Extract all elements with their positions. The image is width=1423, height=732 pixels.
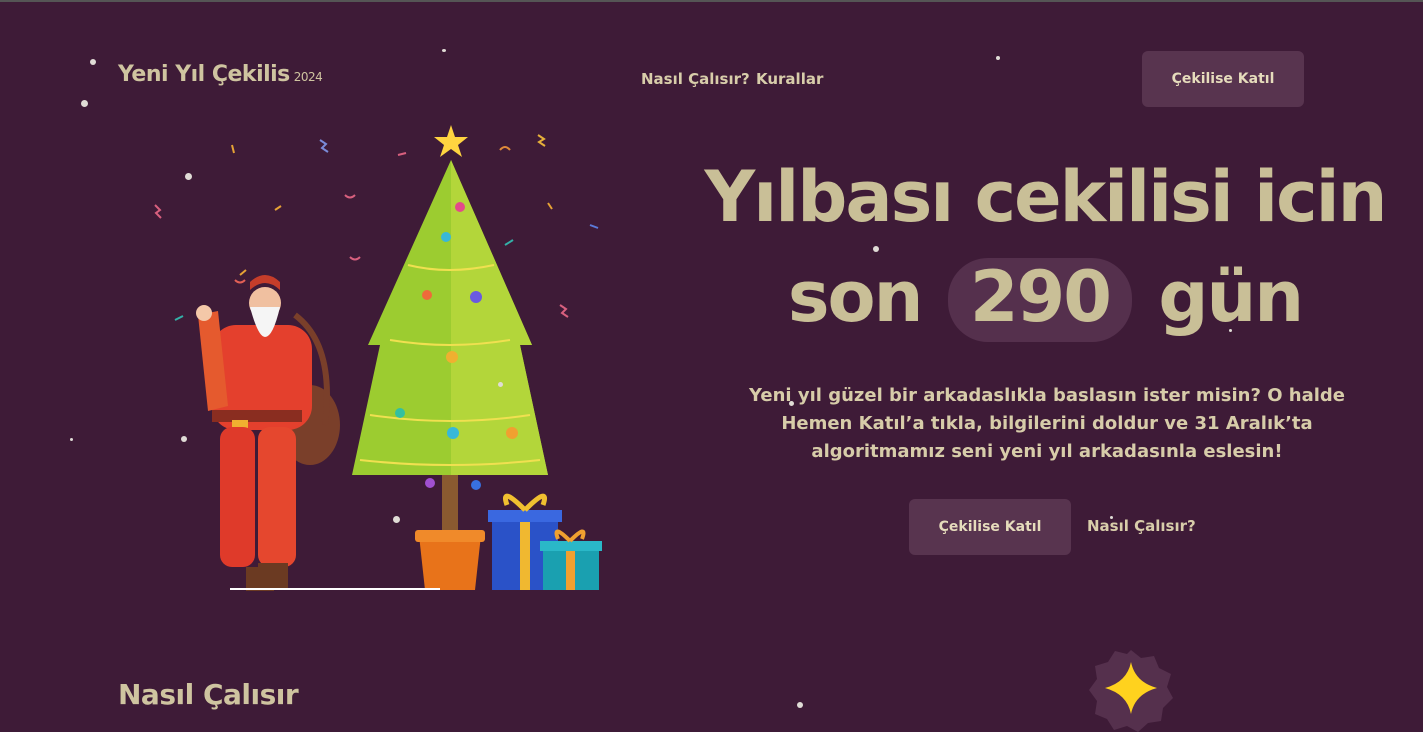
days-count-badge: 290 [947, 258, 1132, 342]
section-title: Nasıl Çalısır [118, 678, 299, 711]
hero-how-it-works-link[interactable]: Nasıl Çalısır? [1087, 517, 1196, 535]
hero-title-line2: son 290 gün [700, 258, 1390, 342]
snow-dot [789, 401, 794, 406]
hero-title-prefix: son [787, 256, 924, 338]
snow-dot [90, 59, 96, 65]
snow-dot [873, 246, 879, 252]
hero-title-line1: Yılbası cekilisi icin [704, 156, 1388, 238]
nav-how-it-works[interactable]: Nasıl Çalısır? [641, 70, 750, 88]
hero-description: Yeni yıl güzel bir arkadaslıkla baslasın… [749, 385, 1345, 462]
window-top-border [0, 0, 1423, 2]
snow-dot [81, 100, 88, 107]
nav-rules[interactable]: Kurallar [756, 70, 823, 88]
logo-year: 2024 [293, 70, 323, 84]
gift-box-icon [488, 493, 602, 590]
header-join-button[interactable]: Çekilise Katıl [1142, 51, 1304, 107]
hero-illustration [154, 125, 602, 591]
snow-dot [1110, 516, 1113, 519]
confetti-icon [154, 134, 599, 321]
snow-dot [498, 382, 503, 387]
hero-title-suffix: gün [1158, 256, 1304, 338]
santa-icon [196, 275, 340, 591]
star-badge-icon [1089, 650, 1173, 732]
logo[interactable]: Yeni Yıl Çekilis 2024 [118, 62, 323, 87]
snow-dot [181, 436, 187, 442]
snow-dot [393, 516, 400, 523]
hero-join-button[interactable]: Çekilise Katıl [909, 499, 1071, 555]
snow-dot [442, 49, 446, 52]
logo-title: Yeni Yıl Çekilis [118, 62, 290, 87]
snow-dot [70, 438, 73, 441]
snow-dot [996, 56, 1000, 60]
snow-dot [1229, 329, 1232, 332]
snow-dot [185, 173, 192, 180]
snow-dot [797, 702, 803, 708]
